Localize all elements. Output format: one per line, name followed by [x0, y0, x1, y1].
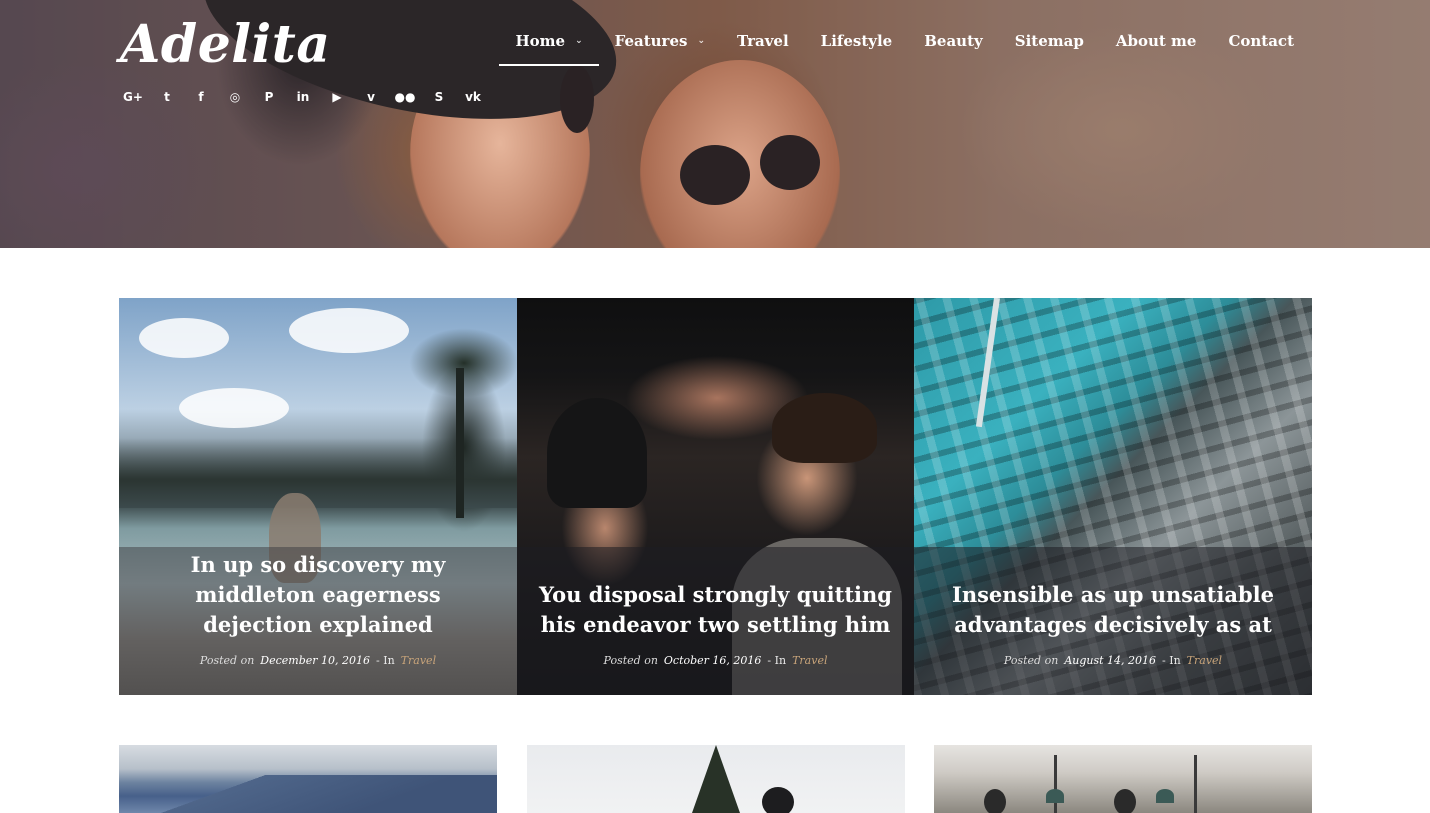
- chevron-down-icon: ⌄: [697, 36, 705, 46]
- photo-person: [984, 789, 1006, 813]
- post-meta: Posted on December 10, 2016 - In Travel: [139, 654, 497, 667]
- posted-on-label: Posted on: [603, 654, 658, 667]
- photo-pipe: [1194, 755, 1197, 813]
- chevron-down-icon: ⌄: [575, 36, 583, 46]
- photo-lamp: [1046, 789, 1064, 803]
- post-category-link[interactable]: Travel: [792, 654, 827, 667]
- linkedin-icon[interactable]: in: [292, 86, 314, 108]
- post-date: August 14, 2016: [1064, 654, 1157, 667]
- site-logo[interactable]: Adelita: [120, 14, 331, 75]
- featured-post-card[interactable]: In up so discovery my middleton eagernes…: [119, 298, 517, 695]
- nav-item-label: Travel: [737, 32, 789, 50]
- post-meta: Posted on October 16, 2016 - In Travel: [537, 654, 894, 667]
- in-label: - In: [1162, 654, 1181, 667]
- post-thumbnail[interactable]: [934, 745, 1312, 813]
- header-photo-sunglasses-left: [560, 65, 594, 133]
- nav-item-label: Sitemap: [1014, 32, 1084, 50]
- post-date: October 16, 2016: [663, 654, 762, 667]
- nav-item-label: Beauty: [924, 32, 983, 50]
- nav-item-about-me[interactable]: About me: [1100, 28, 1213, 66]
- post-category-link[interactable]: Travel: [1187, 654, 1222, 667]
- post-meta: Posted on August 14, 2016 - In Travel: [934, 654, 1292, 667]
- nav-item-label: Contact: [1228, 32, 1294, 50]
- photo-beanie: [547, 398, 647, 508]
- post-thumbnail[interactable]: [119, 745, 497, 813]
- nav-item-sitemap[interactable]: Sitemap: [999, 28, 1100, 66]
- posted-on-label: Posted on: [199, 654, 255, 667]
- nav-item-label: Lifestyle: [820, 32, 893, 50]
- nav-item-contact[interactable]: Contact: [1212, 28, 1310, 66]
- instagram-icon[interactable]: ◎: [224, 86, 246, 108]
- photo-pine-tree: [692, 745, 740, 813]
- posted-on-label: Posted on: [1003, 654, 1059, 667]
- in-label: - In: [767, 654, 787, 667]
- nav-item-label: Features: [614, 32, 688, 50]
- main-nav: Home ⌄ Features ⌄ Travel Lifestyle Beaut…: [499, 28, 1310, 66]
- post-thumbnail[interactable]: [527, 745, 905, 813]
- skype-icon[interactable]: S: [428, 86, 450, 108]
- card-content: Insensible as up unsatiable advantages d…: [934, 580, 1292, 667]
- post-date: December 10, 2016: [260, 654, 371, 667]
- featured-post-card[interactable]: You disposal strongly quitting his endea…: [517, 298, 914, 695]
- post-title[interactable]: Insensible as up unsatiable advantages d…: [934, 580, 1292, 640]
- post-title[interactable]: You disposal strongly quitting his endea…: [537, 580, 894, 640]
- youtube-icon[interactable]: ▶: [326, 86, 348, 108]
- photo-cloud: [139, 318, 229, 358]
- photo-mountains: [119, 775, 497, 813]
- photo-pier: [975, 298, 1000, 428]
- post-grid: [119, 745, 1312, 813]
- photo-cloud: [289, 308, 409, 353]
- header-photo-sunglasses-right-lens-2: [760, 135, 820, 190]
- flickr-icon[interactable]: ●●: [394, 86, 416, 108]
- photo-person-head: [762, 787, 794, 813]
- google-plus-icon[interactable]: G+: [122, 86, 144, 108]
- facebook-icon[interactable]: f: [190, 86, 212, 108]
- photo-person: [1114, 789, 1136, 813]
- site-header: Adelita G+ t f ◎ P in ▶ v ●● S vk Home ⌄…: [0, 0, 1430, 248]
- card-content: You disposal strongly quitting his endea…: [537, 580, 894, 667]
- nav-item-travel[interactable]: Travel: [721, 28, 805, 66]
- nav-item-features[interactable]: Features ⌄: [599, 28, 721, 66]
- featured-post-card[interactable]: Insensible as up unsatiable advantages d…: [914, 298, 1312, 695]
- photo-hair: [772, 393, 877, 463]
- social-links: G+ t f ◎ P in ▶ v ●● S vk: [122, 86, 484, 108]
- twitter-icon[interactable]: t: [156, 86, 178, 108]
- photo-cloud: [179, 388, 289, 428]
- in-label: - In: [376, 654, 395, 667]
- post-title[interactable]: In up so discovery my middleton eagernes…: [139, 550, 497, 640]
- photo-palm-trunk: [456, 368, 464, 518]
- pinterest-icon[interactable]: P: [258, 86, 280, 108]
- vimeo-icon[interactable]: v: [360, 86, 382, 108]
- nav-item-label: About me: [1115, 32, 1197, 50]
- nav-item-beauty[interactable]: Beauty: [908, 28, 999, 66]
- nav-item-label: Home: [515, 32, 566, 50]
- featured-posts: In up so discovery my middleton eagernes…: [119, 298, 1312, 695]
- nav-item-lifestyle[interactable]: Lifestyle: [805, 28, 909, 66]
- photo-lamp: [1156, 789, 1174, 803]
- nav-item-home[interactable]: Home ⌄: [499, 28, 599, 66]
- vk-icon[interactable]: vk: [462, 86, 484, 108]
- header-photo-sunglasses-right-lens: [680, 145, 750, 205]
- card-content: In up so discovery my middleton eagernes…: [139, 550, 497, 667]
- post-category-link[interactable]: Travel: [401, 654, 436, 667]
- photo-pipe: [1054, 755, 1057, 813]
